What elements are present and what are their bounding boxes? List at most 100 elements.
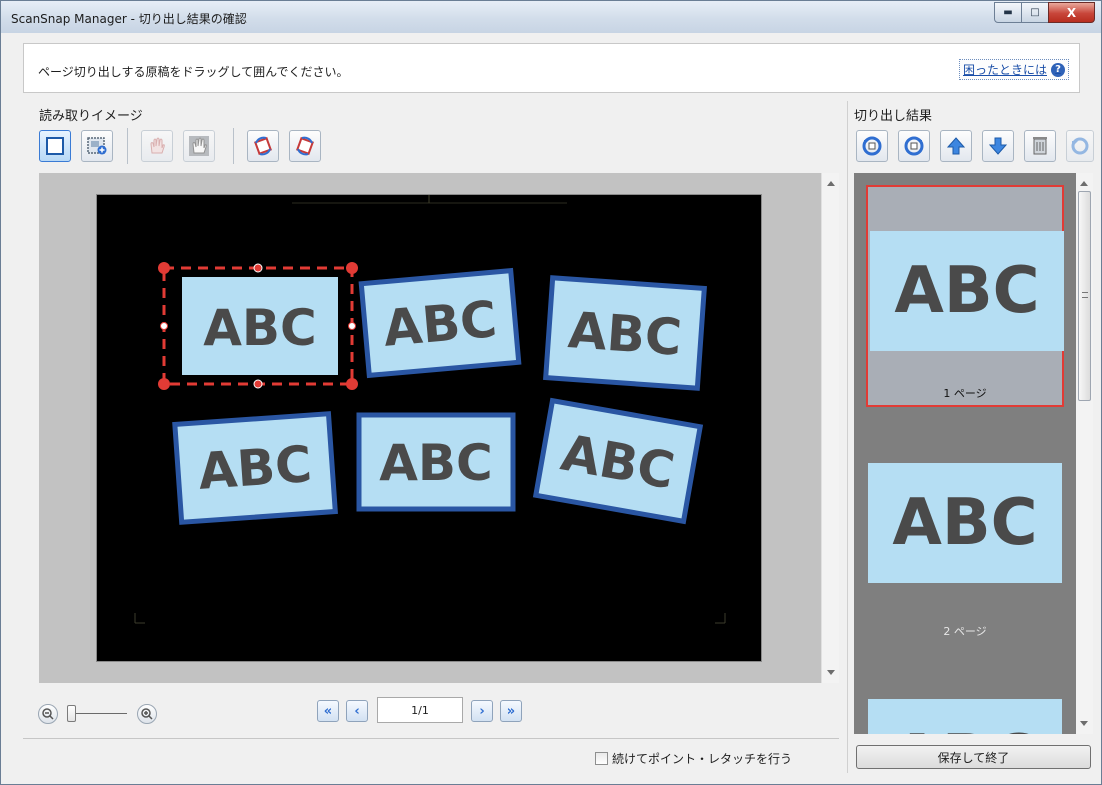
document-3[interactable]: ABC — [543, 275, 707, 391]
result-page-3-image: ABC — [868, 699, 1062, 734]
result-page-2[interactable]: ABC 2 ページ — [866, 451, 1064, 651]
instruction-text: ページ切り出しする原稿をドラッグして囲んでください。 — [38, 65, 349, 79]
resize-handle[interactable] — [253, 379, 263, 389]
viewer-scrollbar[interactable] — [821, 173, 839, 683]
hand-remove-button[interactable] — [141, 130, 173, 162]
toolbar-separator — [233, 128, 234, 164]
delete-icon — [1033, 137, 1047, 155]
result-scrollbar[interactable] — [1076, 173, 1093, 734]
rotate-left-button[interactable] — [247, 130, 279, 162]
delete-button[interactable] — [1024, 130, 1056, 162]
help-link[interactable]: 困ったときには ? — [958, 59, 1069, 80]
result-page-1-label: 1 ページ — [943, 387, 987, 400]
move-down-icon — [988, 137, 1008, 155]
resize-handle[interactable] — [346, 378, 358, 390]
select-rect-button[interactable] — [39, 130, 71, 162]
zoom-out-icon — [42, 708, 54, 720]
document-2-text: ABC — [381, 290, 499, 358]
last-page-icon: » — [506, 703, 516, 719]
app-window: ScanSnap Manager - 切り出し結果の確認 ▬ □ X ページ切り… — [0, 0, 1102, 785]
document-5[interactable]: ABC — [356, 412, 516, 512]
prev-page-button[interactable]: ‹ — [346, 700, 368, 722]
document-4-text: ABC — [196, 435, 313, 501]
prev-page-icon: ‹ — [354, 703, 360, 719]
resize-handle[interactable] — [158, 262, 170, 274]
scroll-down-icon[interactable] — [827, 670, 835, 675]
crop-result-title: 切り出し結果 — [854, 109, 933, 124]
title-bar[interactable]: ScanSnap Manager - 切り出し結果の確認 ▬ □ X — [1, 1, 1101, 33]
select-rect-icon — [46, 137, 64, 155]
result-page-3[interactable]: ABC — [866, 685, 1064, 734]
maximize-icon: □ — [1030, 7, 1040, 18]
resize-handle[interactable] — [158, 378, 170, 390]
instruction-panel: ページ切り出しする原稿をドラッグして囲んでください。 困ったときには ? — [23, 43, 1080, 93]
hand-remove-icon — [150, 137, 165, 154]
help-link-label: 困ったときには — [962, 63, 1047, 77]
rotate-right-icon — [296, 136, 314, 156]
document-6[interactable]: ABC — [532, 397, 704, 525]
hand-icon — [189, 136, 209, 156]
result-scroll-up-icon[interactable] — [1080, 181, 1088, 186]
rotate-cw-button[interactable] — [898, 130, 930, 162]
resize-handle[interactable] — [160, 322, 168, 330]
first-page-button[interactable]: « — [317, 700, 339, 722]
next-page-icon: › — [479, 703, 485, 719]
minimize-button[interactable]: ▬ — [994, 2, 1022, 23]
maximize-button[interactable]: □ — [1021, 2, 1049, 23]
rotate-right-button[interactable] — [289, 130, 321, 162]
first-page-icon: « — [323, 703, 333, 719]
divider — [23, 738, 839, 739]
result-page-2-image: ABC — [868, 463, 1062, 583]
zoom-slider-thumb[interactable] — [67, 705, 76, 722]
rotate-ccw-icon — [862, 136, 882, 156]
document-1[interactable]: ABC — [182, 277, 338, 375]
document-2[interactable]: ABC — [358, 267, 522, 379]
help-icon: ? — [1051, 62, 1065, 77]
undo-button[interactable] — [1066, 130, 1094, 162]
zoom-in-icon — [141, 708, 153, 720]
toolbar-separator — [127, 128, 128, 164]
close-button[interactable]: X — [1048, 2, 1095, 23]
save-and-exit-button[interactable]: 保存して終了 — [856, 745, 1091, 769]
window-title: ScanSnap Manager - 切り出し結果の確認 — [11, 12, 247, 26]
document-5-text: ABC — [379, 434, 493, 492]
move-up-button[interactable] — [940, 130, 972, 162]
undo-icon — [1071, 137, 1089, 155]
result-page-2-label: 2 ページ — [943, 625, 987, 638]
add-area-icon — [87, 137, 107, 155]
crop-result-list[interactable]: ABC 1 ページ ABC 2 ページ ABC — [854, 173, 1076, 734]
rotate-ccw-button[interactable] — [856, 130, 888, 162]
resize-handle[interactable] — [253, 263, 263, 273]
document-1-text: ABC — [203, 299, 317, 357]
resize-handle[interactable] — [348, 322, 356, 330]
close-icon: X — [1066, 5, 1077, 20]
zoom-in-button[interactable] — [137, 704, 157, 724]
minimize-icon: ▬ — [1003, 7, 1013, 18]
rotate-cw-icon — [904, 136, 924, 156]
pane-divider — [847, 101, 848, 773]
next-page-button[interactable]: › — [471, 700, 493, 722]
scroll-up-icon[interactable] — [827, 181, 835, 186]
move-up-icon — [946, 137, 966, 155]
continue-retouch-option[interactable]: 続けてポイント・レタッチを行う — [595, 750, 792, 767]
document-4[interactable]: ABC — [172, 411, 338, 525]
resize-handle[interactable] — [346, 262, 358, 274]
hand-button[interactable] — [183, 130, 215, 162]
zoom-slider-track[interactable] — [75, 713, 127, 714]
scanned-image[interactable]: ABC ABC ABC ABC ABC ABC — [96, 194, 762, 662]
last-page-button[interactable]: » — [500, 700, 522, 722]
scroll-grip-icon — [1082, 292, 1088, 298]
scanned-documents: ABC ABC ABC ABC ABC ABC — [134, 195, 726, 624]
result-scroll-down-icon[interactable] — [1080, 721, 1088, 726]
result-scroll-thumb[interactable] — [1078, 191, 1091, 401]
move-down-button[interactable] — [982, 130, 1014, 162]
result-page-1[interactable]: ABC 1 ページ — [866, 185, 1064, 407]
continue-retouch-checkbox[interactable] — [595, 752, 608, 765]
zoom-out-button[interactable] — [38, 704, 58, 724]
add-area-button[interactable] — [81, 130, 113, 162]
continue-retouch-label: 続けてポイント・レタッチを行う — [612, 752, 793, 766]
document-3-text: ABC — [566, 301, 683, 367]
rotate-left-icon — [254, 136, 272, 156]
scan-image-title: 読み取りイメージ — [39, 109, 143, 124]
page-number-field[interactable]: 1/1 — [377, 697, 463, 723]
